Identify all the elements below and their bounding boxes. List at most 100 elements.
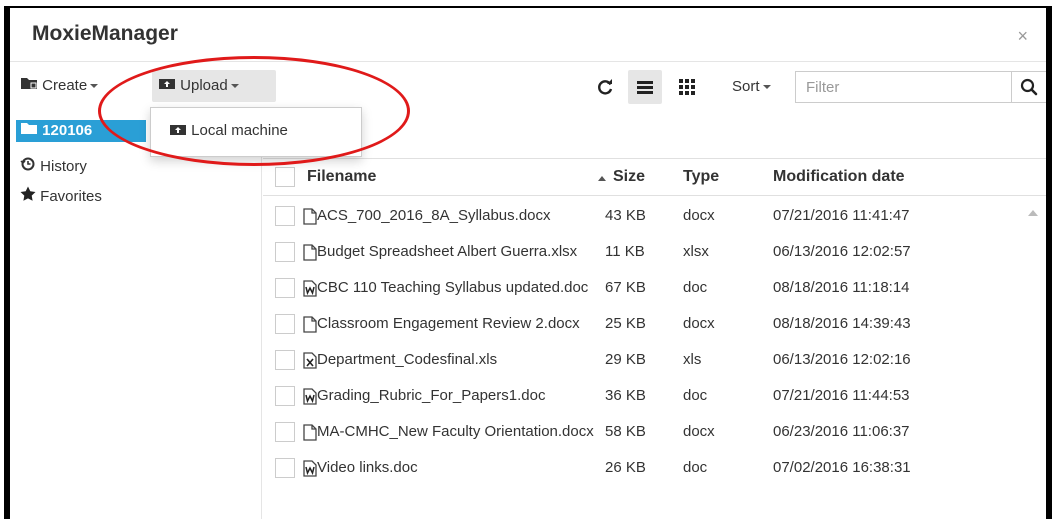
search-button[interactable]	[1011, 71, 1046, 103]
row-checkbox[interactable]	[275, 422, 295, 442]
file-icon	[303, 316, 317, 337]
sort-ascending-icon	[598, 176, 606, 181]
excel-icon	[303, 352, 317, 373]
moxiemanager-dialog: MoxieManager × Create Upload Sort 120106	[4, 6, 1052, 519]
sidebar-item-history[interactable]: History	[16, 156, 87, 178]
sidebar-item-favorites[interactable]: Favorites	[16, 186, 102, 208]
close-icon[interactable]: ×	[1017, 26, 1028, 47]
scroll-up-icon[interactable]	[1028, 210, 1038, 216]
word-icon	[303, 280, 317, 301]
chevron-down-icon	[90, 84, 99, 89]
header-date[interactable]: Modification date	[773, 168, 905, 186]
file-date: 07/21/2016 11:41:47	[773, 207, 910, 224]
row-checkbox[interactable]	[275, 314, 295, 334]
file-size: 25 KB	[605, 315, 646, 332]
sidebar-item-label: History	[40, 158, 87, 175]
file-list: Filename Size Type Modification date ACS…	[263, 110, 1046, 519]
sort-label: Sort	[732, 78, 760, 95]
header-size[interactable]: Size	[613, 168, 645, 186]
file-size: 36 KB	[605, 387, 646, 404]
star-icon	[20, 186, 36, 208]
upload-icon	[169, 122, 187, 140]
row-checkbox[interactable]	[275, 206, 295, 226]
file-size: 67 KB	[605, 279, 646, 296]
row-checkbox[interactable]	[275, 386, 295, 406]
row-checkbox[interactable]	[275, 278, 295, 298]
create-label: Create	[42, 77, 88, 94]
table-row[interactable]: Classroom Engagement Review 2.docx 25 KB…	[263, 306, 1046, 342]
sidebar-item-label: Favorites	[40, 188, 102, 205]
row-checkbox[interactable]	[275, 242, 295, 262]
dialog-title: MoxieManager	[32, 22, 178, 45]
file-type: doc	[683, 459, 708, 476]
menu-item-label: Local machine	[191, 122, 288, 139]
file-type: xls	[683, 351, 702, 368]
file-size: 11 KB	[605, 243, 645, 260]
folder-plus-icon	[20, 70, 38, 102]
file-size: 29 KB	[605, 351, 646, 368]
file-date: 06/13/2016 12:02:16	[773, 351, 911, 368]
table-row[interactable]: Budget Spreadsheet Albert Guerra.xlsx 11…	[263, 234, 1046, 270]
file-name: Video links.doc	[317, 459, 418, 476]
file-type: doc	[683, 279, 708, 296]
history-icon	[20, 156, 36, 178]
file-size: 43 KB	[605, 207, 646, 224]
file-date: 08/18/2016 14:39:43	[773, 315, 911, 332]
menu-item-local-machine[interactable]: Local machine	[169, 122, 288, 140]
file-date: 08/18/2016 11:18:14	[773, 279, 910, 296]
file-date: 06/13/2016 12:02:57	[773, 243, 911, 260]
select-all-checkbox[interactable]	[275, 167, 295, 187]
chevron-down-icon	[230, 84, 239, 89]
file-icon	[303, 208, 317, 229]
file-type: doc	[683, 387, 708, 404]
table-row[interactable]: Grading_Rubric_For_Papers1.doc 36 KB doc…	[263, 378, 1046, 414]
upload-label: Upload	[180, 77, 228, 94]
file-type: docx	[683, 423, 715, 440]
table-row[interactable]: MA-CMHC_New Faculty Orientation.docx 58 …	[263, 414, 1046, 450]
search-icon	[1020, 78, 1038, 96]
file-date: 07/02/2016 16:38:31	[773, 459, 911, 476]
refresh-icon[interactable]	[588, 70, 622, 104]
file-date: 07/21/2016 11:44:53	[773, 387, 910, 404]
file-icon	[303, 244, 317, 265]
header-type[interactable]: Type	[683, 168, 719, 186]
table-header: Filename Size Type Modification date	[263, 158, 1046, 196]
file-size: 26 KB	[605, 459, 646, 476]
file-name: ACS_700_2016_8A_Syllabus.docx	[317, 207, 551, 224]
file-type: docx	[683, 315, 715, 332]
title-bar: MoxieManager ×	[10, 8, 1046, 62]
row-checkbox[interactable]	[275, 458, 295, 478]
upload-button[interactable]: Upload	[152, 70, 276, 102]
file-name: MA-CMHC_New Faculty Orientation.docx	[317, 423, 594, 440]
file-type: docx	[683, 207, 715, 224]
create-button[interactable]: Create	[14, 70, 104, 102]
grid-view-icon[interactable]	[670, 70, 704, 104]
sidebar-item-folder[interactable]: 120106	[16, 120, 146, 142]
table-row[interactable]: CBC 110 Teaching Syllabus updated.doc 67…	[263, 270, 1046, 306]
list-view-icon[interactable]	[628, 70, 662, 104]
upload-menu: Local machine	[150, 107, 362, 157]
sidebar-item-label: 120106	[42, 122, 93, 139]
sort-button[interactable]: Sort	[726, 71, 777, 103]
word-icon	[303, 460, 317, 481]
table-row[interactable]: ACS_700_2016_8A_Syllabus.docx 43 KB docx…	[263, 198, 1046, 234]
file-name: Classroom Engagement Review 2.docx	[317, 315, 580, 332]
sidebar: 120106 History Favorites	[10, 110, 262, 519]
table-row[interactable]: Video links.doc 26 KB doc 07/02/2016 16:…	[263, 450, 1046, 486]
file-name: CBC 110 Teaching Syllabus updated.doc	[317, 279, 589, 296]
header-filename[interactable]: Filename	[307, 168, 376, 186]
file-type: xlsx	[683, 243, 709, 260]
file-date: 06/23/2016 11:06:37	[773, 423, 910, 440]
file-name: Department_Codesfinal.xls	[317, 351, 498, 368]
table-row[interactable]: Department_Codesfinal.xls 29 KB xls 06/1…	[263, 342, 1046, 378]
file-name: Grading_Rubric_For_Papers1.doc	[317, 387, 546, 404]
file-size: 58 KB	[605, 423, 646, 440]
chevron-down-icon	[762, 85, 771, 90]
filter-input[interactable]	[795, 71, 1011, 103]
file-icon	[303, 424, 317, 445]
file-name: Budget Spreadsheet Albert Guerra.xlsx	[317, 243, 578, 260]
folder-icon	[20, 120, 38, 142]
row-checkbox[interactable]	[275, 350, 295, 370]
word-icon	[303, 388, 317, 409]
upload-icon	[158, 70, 176, 102]
